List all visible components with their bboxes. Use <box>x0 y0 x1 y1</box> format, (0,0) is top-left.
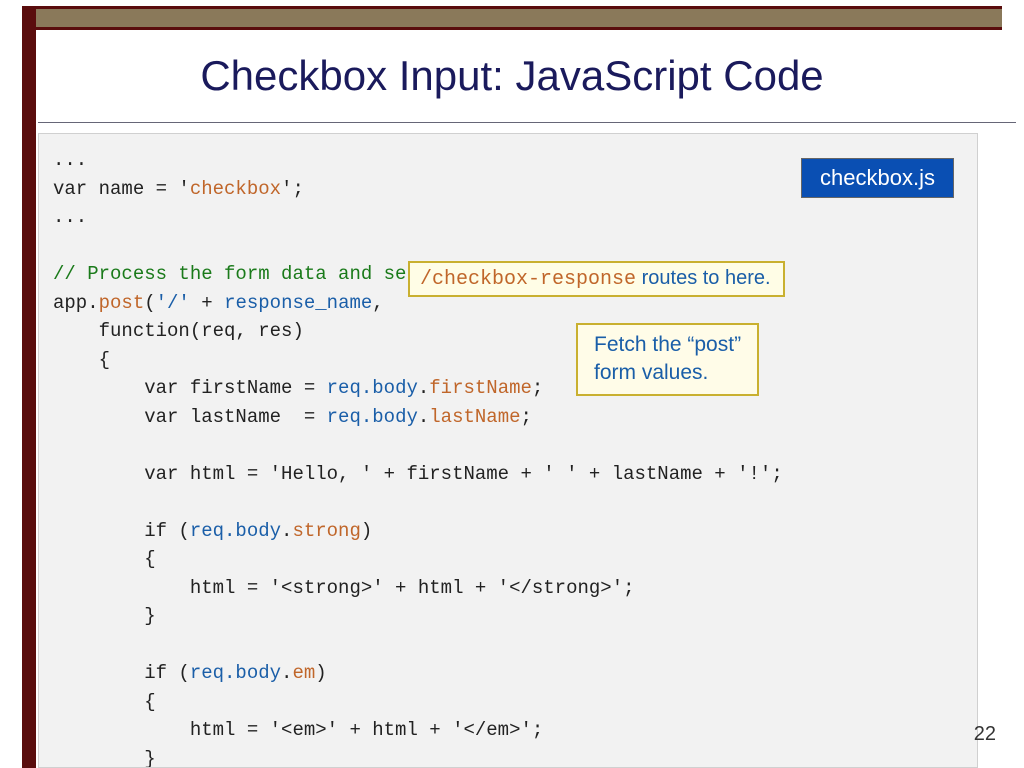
decorative-top-bar <box>22 6 1002 30</box>
filename-badge: checkbox.js <box>801 158 954 198</box>
divider <box>38 122 1016 123</box>
code-block: ... var name = 'checkbox'; ... // Proces… <box>38 133 978 768</box>
page-number: 22 <box>974 723 996 746</box>
fetch-callout-text: Fetch the “post” form values. <box>594 333 741 384</box>
route-callout-code: /checkbox-response <box>420 268 636 291</box>
route-callout-text: routes to here. <box>636 267 771 289</box>
slide: Checkbox Input: JavaScript Code ... var … <box>0 0 1024 768</box>
fetch-callout: Fetch the “post” form values. <box>576 323 759 396</box>
route-callout: /checkbox-response routes to here. <box>408 261 785 297</box>
slide-title: Checkbox Input: JavaScript Code <box>0 52 1024 100</box>
decorative-left-stripe <box>22 6 36 768</box>
code-content: ... var name = 'checkbox'; ... // Proces… <box>53 146 963 768</box>
